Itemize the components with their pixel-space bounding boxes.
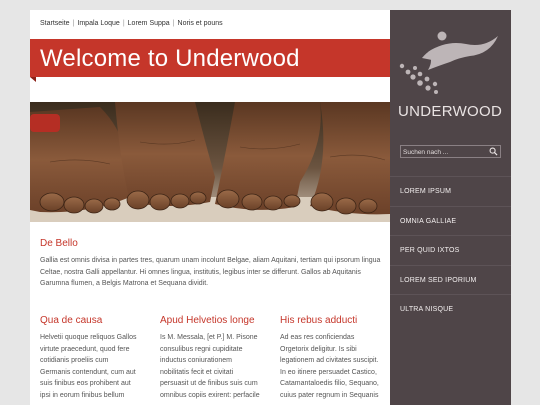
title-banner: Welcome to Underwood: [30, 39, 390, 77]
text-line: cotidianis proeliis cum: [40, 357, 109, 364]
breadcrumb-separator: |: [72, 20, 75, 27]
search-input[interactable]: [403, 147, 485, 157]
text-line: legationem ad civitates suscipit.: [280, 357, 379, 364]
logo-text[interactable]: UNDERWOOD: [398, 103, 502, 120]
breadcrumb-item[interactable]: Impala Loque: [77, 20, 119, 27]
title-banner-fold: [30, 77, 36, 82]
text-line: nobilitatis fecit et civitati: [160, 368, 234, 376]
sidebar-item-ultra-nisque[interactable]: ULTRA NISQUE: [390, 294, 511, 324]
text-line: Helvetii quoque reliquos Gallos: [40, 334, 137, 341]
breadcrumb-item-home[interactable]: Startseite: [40, 20, 70, 27]
text-line: inductus coniurationem: [160, 357, 232, 364]
breadcrumb-item-current[interactable]: Noris et pouns: [178, 20, 223, 27]
text-line: Catamantaloedis filio, Sequano,: [280, 380, 379, 387]
text-line: Celtae, nostra Galli appellantur. Hi omn…: [40, 268, 361, 276]
column-heading: His rebus adducti: [280, 315, 358, 326]
column-heading: Qua de causa: [40, 315, 103, 326]
text-line: Is M. Messala, [et P.] M. Pisone: [160, 334, 258, 341]
column-heading: Apud Helvetios longe: [160, 315, 255, 326]
column-text: Ad eas res conficiendas Orgetorix deligi…: [280, 332, 390, 401]
search-icon[interactable]: [489, 147, 498, 156]
hero-feet-picture: [30, 102, 390, 222]
text-line: suis finibus eos prohibent aut: [40, 380, 131, 387]
breadcrumb-separator: |: [172, 20, 175, 27]
page: Startseite | Impala Loque | Lorem Suppa | Nori…: [30, 10, 511, 405]
hero-image: [30, 102, 390, 222]
text-line: virtute praecedunt, quod fere: [40, 345, 130, 353]
text-line: Garumna flumen, a Belgis Matrona et Sequ…: [40, 280, 209, 287]
text-line: Germanis contendunt, cum aut: [40, 368, 136, 376]
sidebar: UNDERWOOD LOREM IPSUM OMNIA GALLIAE PER …: [390, 10, 511, 405]
text-line: Gallia est omnis divisa in partes tres, …: [40, 257, 381, 264]
text-line: persuasit ut de finibus suis cum: [160, 380, 258, 387]
text-line: In eo itinere persuadet Castico,: [280, 368, 377, 376]
search-box: [400, 145, 501, 158]
intro-heading: De Bello: [40, 238, 78, 249]
sidebar-item-omnia-galliae[interactable]: OMNIA GALLIAE: [390, 205, 511, 236]
sidebar-nav: LOREM IPSUM OMNIA GALLIAE PER QUID IXTOS…: [390, 176, 511, 324]
breadcrumb-separator: |: [122, 20, 125, 27]
text-line: Orgetorix deligitur. Is sibi: [280, 345, 357, 353]
text-line: cuius pater regnum in Sequanis: [280, 391, 379, 399]
breadcrumb-item[interactable]: Lorem Suppa: [128, 20, 170, 27]
text-line: ipsi in eorum finibus bellum: [40, 391, 125, 399]
intro-text: Gallia est omnis divisa in partes tres, …: [40, 255, 385, 290]
sidebar-item-per-quid-ixtos[interactable]: PER QUID IXTOS: [390, 235, 511, 265]
column-text: Is M. Messala, [et P.] M. Pisone consuli…: [160, 332, 270, 401]
text-line: omnibus copiis exirent: perfacile: [160, 391, 260, 399]
sidebar-item-lorem-sed-iporium[interactable]: LOREM SED IPORIUM: [390, 264, 511, 295]
main-content: Startseite | Impala Loque | Lorem Suppa | Nori…: [30, 10, 390, 405]
text-line: consulibus regni cupiditate: [160, 345, 243, 353]
swimmer-icon[interactable]: [398, 30, 503, 96]
breadcrumb: Startseite | Impala Loque | Lorem Suppa | Nori…: [40, 20, 223, 27]
page-title: Welcome to Underwood: [40, 45, 300, 72]
text-line: Ad eas res conficiendas: [280, 334, 355, 341]
sidebar-item-lorem-ipsum[interactable]: LOREM IPSUM: [390, 176, 511, 206]
column-text: Helvetii quoque reliquos Gallos virtute …: [40, 332, 150, 401]
